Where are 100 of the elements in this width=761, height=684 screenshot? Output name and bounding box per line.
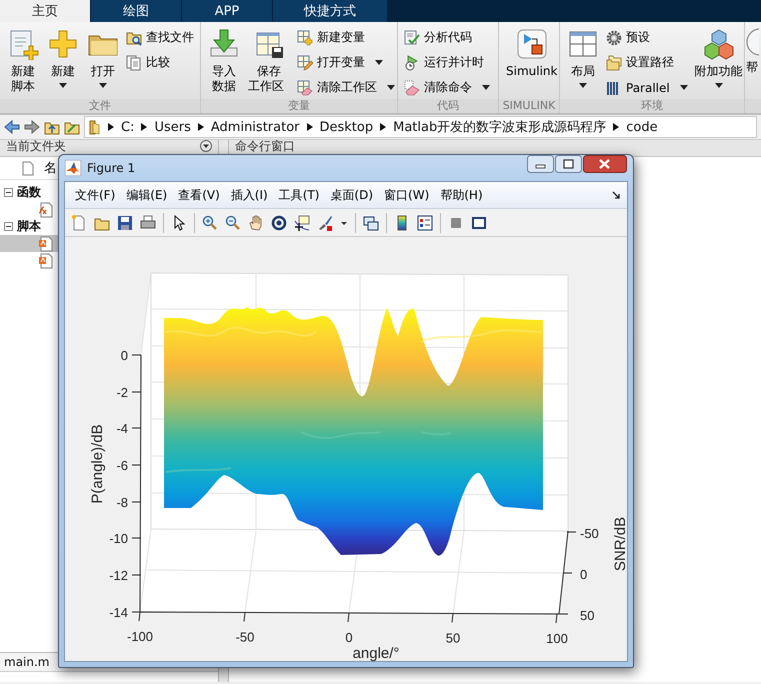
save-icon[interactable] xyxy=(117,214,133,230)
triangle-icon xyxy=(141,123,148,131)
brush-icon[interactable] xyxy=(317,214,333,230)
menu-item[interactable]: 文件(F) xyxy=(71,186,120,204)
menu-item[interactable]: 编辑(E) xyxy=(122,186,172,204)
document-check-icon xyxy=(404,30,420,46)
hand-icon[interactable] xyxy=(248,214,264,230)
axis-label: angle/° xyxy=(352,645,400,661)
ribbon-button[interactable]: 比较 xyxy=(124,51,196,74)
ribbon-button[interactable]: 导入数据 xyxy=(205,26,243,96)
triangle-icon xyxy=(306,123,312,131)
grid-plus-icon xyxy=(297,30,313,46)
eraser-icon xyxy=(404,80,420,96)
ribbon-button[interactable]: 清除工作区 xyxy=(295,76,397,99)
grid-eraser-icon xyxy=(297,80,313,96)
zoom-in-icon[interactable] xyxy=(202,214,218,230)
tick-label: 0 xyxy=(120,348,128,363)
legend-icon[interactable] xyxy=(417,214,433,230)
tab[interactable]: 绘图 xyxy=(91,0,181,22)
menu-item[interactable]: 插入(I) xyxy=(226,186,272,204)
tick-label: 0 xyxy=(580,567,588,582)
collapse-icon[interactable] xyxy=(4,188,13,197)
ribbon-button[interactable]: 预设 xyxy=(604,26,690,49)
menu-item[interactable]: 桌面(D) xyxy=(326,186,378,204)
tick-label: -6 xyxy=(116,458,128,473)
ribbon-button[interactable]: 分析代码 xyxy=(402,26,492,49)
tick-label: 0 xyxy=(345,630,353,645)
cubes-icon xyxy=(702,28,735,60)
stopwatch-icon xyxy=(404,54,420,70)
ribbon-button[interactable]: 布局 xyxy=(564,26,602,96)
tick-label: -4 xyxy=(116,421,128,436)
menu-item[interactable]: 查看(V) xyxy=(174,186,224,204)
selected-row[interactable] xyxy=(0,235,58,252)
back-arrow-icon[interactable] xyxy=(4,119,20,135)
script-file-icon xyxy=(38,236,54,252)
ribbon-button[interactable]: 设置路径 xyxy=(604,51,690,74)
group-label: 代码 xyxy=(437,99,459,113)
tick-label: 100 xyxy=(546,631,568,646)
path-segment[interactable]: code xyxy=(626,120,658,134)
ribbon-button[interactable]: 帮 xyxy=(746,26,759,96)
rotate-icon[interactable] xyxy=(271,214,287,230)
path-segment[interactable]: C: xyxy=(121,120,134,134)
documents-icon xyxy=(126,54,142,70)
panel-title: 命令行窗口 xyxy=(235,140,295,152)
minimize-icon[interactable] xyxy=(527,155,554,173)
ribbon-button[interactable]: 保存工作区 xyxy=(245,26,293,96)
tick-label: -10 xyxy=(109,531,128,546)
ribbon-button[interactable]: 附加功能 xyxy=(692,26,746,96)
axis-label: P(angle)/dB xyxy=(89,424,106,504)
path-field[interactable]: C: Users Administrator Desktop Matlab开发的数字波束形成源码程序 code xyxy=(84,116,757,138)
tab[interactable]: 快捷方式 xyxy=(273,0,387,22)
ribbon-button[interactable]: 打开 xyxy=(84,26,122,96)
group-label: 变量 xyxy=(288,99,310,113)
path-segment[interactable]: Administrator xyxy=(210,120,300,134)
printer-icon[interactable] xyxy=(140,214,156,230)
zoom-out-icon[interactable] xyxy=(225,214,241,230)
arrow-icon[interactable] xyxy=(612,190,621,200)
close-icon[interactable] xyxy=(583,155,627,173)
axis-label: SNR/dB xyxy=(612,516,627,572)
maximize-icon[interactable] xyxy=(555,155,582,173)
ribbon-button[interactable]: 新建 xyxy=(44,26,82,96)
gear-icon xyxy=(606,30,622,46)
ribbon-button[interactable]: 运行并计时 xyxy=(402,51,492,74)
tick-label: 50 xyxy=(446,630,460,646)
ribbon-button[interactable]: Simulink xyxy=(503,26,560,96)
document-icon xyxy=(22,160,34,176)
folder-icon xyxy=(89,119,101,135)
ribbon-button[interactable]: 查找文件 xyxy=(124,26,196,49)
tab[interactable]: APP xyxy=(182,0,272,22)
triangle-icon xyxy=(198,123,204,131)
path-segment[interactable]: Matlab开发的数字波束形成源码程序 xyxy=(393,118,606,136)
tick-label: -50 xyxy=(580,526,599,541)
new-file-icon[interactable] xyxy=(71,214,87,230)
tree-item[interactable]: 脚本 xyxy=(17,218,41,235)
triangle-icon xyxy=(108,123,114,131)
collapse-icon[interactable] xyxy=(4,222,13,231)
data-cursor-icon[interactable] xyxy=(294,214,310,230)
frame-icon[interactable] xyxy=(471,214,487,230)
link-icon[interactable] xyxy=(363,214,379,230)
ribbon-button[interactable]: 打开变量 xyxy=(295,51,397,74)
forward-arrow-icon[interactable] xyxy=(24,119,40,135)
tab[interactable]: 主页 xyxy=(0,0,90,22)
tick-label: 50 xyxy=(580,608,594,623)
dropdown-icon[interactable] xyxy=(200,140,212,152)
menu-item[interactable]: 帮助(H) xyxy=(436,186,487,204)
tick-label: -14 xyxy=(109,605,128,620)
ribbon-button[interactable]: Parallel xyxy=(604,76,690,99)
ribbon-button[interactable]: 新建变量 xyxy=(295,26,397,49)
path-segment[interactable]: Desktop xyxy=(320,120,374,134)
triangle-icon xyxy=(380,123,386,131)
ribbon-button[interactable]: 新建脚本 xyxy=(4,26,42,96)
group-label: SIMULINK xyxy=(502,99,556,113)
column-header[interactable]: 名 xyxy=(44,159,57,177)
folders-icon xyxy=(606,54,622,70)
ribbon-button[interactable]: 清除命令 xyxy=(402,76,492,99)
path-segment[interactable]: Users xyxy=(154,120,191,134)
menu-item[interactable]: 工具(T) xyxy=(274,186,324,204)
menu-item[interactable]: 窗口(W) xyxy=(380,186,434,204)
tree-item[interactable]: 函数 xyxy=(17,184,41,201)
folder-search-icon xyxy=(126,30,142,46)
